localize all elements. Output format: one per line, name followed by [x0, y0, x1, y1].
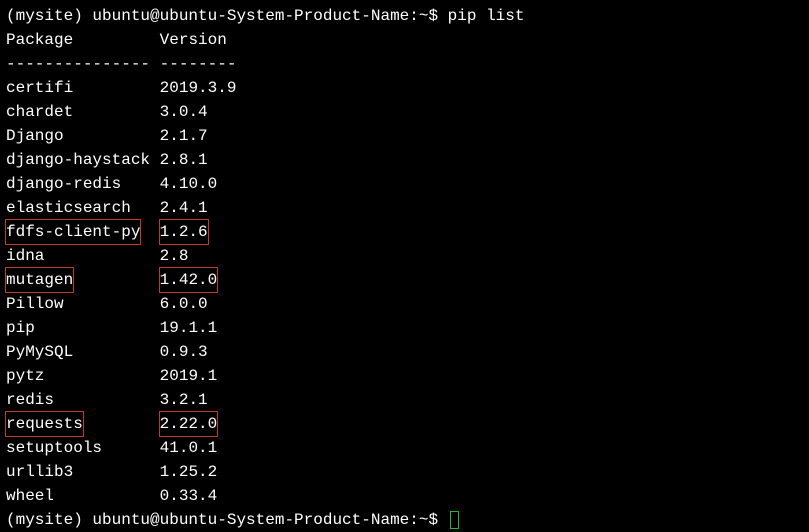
package-row: redis 3.2.1 [6, 388, 803, 412]
package-version: 0.9.3 [160, 343, 208, 361]
sep-package: --------------- [6, 55, 150, 73]
package-name: requests [5, 411, 84, 437]
separator-row: --------------- -------- [6, 52, 803, 76]
package-version: 4.10.0 [160, 175, 218, 193]
package-name: Django [6, 127, 150, 145]
package-name: django-haystack [6, 151, 150, 169]
package-row: idna 2.8 [6, 244, 803, 268]
package-version: 2019.3.9 [160, 79, 237, 97]
package-row: requests 2.22.0 [6, 412, 803, 436]
package-row: elasticsearch 2.4.1 [6, 196, 803, 220]
cursor-icon [450, 511, 459, 529]
package-row: Pillow 6.0.0 [6, 292, 803, 316]
package-row: django-redis 4.10.0 [6, 172, 803, 196]
package-version: 2.1.7 [160, 127, 208, 145]
package-list: certifi 2019.3.9chardet 3.0.4Django 2.1.… [6, 76, 803, 508]
package-name: setuptools [6, 439, 150, 457]
package-row: PyMySQL 0.9.3 [6, 340, 803, 364]
package-version: 6.0.0 [160, 295, 208, 313]
package-name: wheel [6, 487, 150, 505]
package-name: certifi [6, 79, 150, 97]
header-package: Package [6, 31, 150, 49]
package-row: chardet 3.0.4 [6, 100, 803, 124]
package-version: 0.33.4 [160, 487, 218, 505]
package-row: setuptools 41.0.1 [6, 436, 803, 460]
package-row: urllib3 1.25.2 [6, 460, 803, 484]
package-name: pip [6, 319, 150, 337]
package-version: 2.22.0 [159, 411, 219, 437]
package-version: 2.8.1 [160, 151, 208, 169]
package-version: 41.0.1 [160, 439, 218, 457]
package-version: 19.1.1 [160, 319, 218, 337]
package-name: elasticsearch [6, 199, 150, 217]
prompt-ready-line[interactable]: (mysite) ubuntu@ubuntu-System-Product-Na… [6, 508, 803, 532]
package-name: chardet [6, 103, 150, 121]
package-name: django-redis [6, 175, 150, 193]
header-version: Version [160, 31, 227, 49]
package-name: pytz [6, 367, 150, 385]
package-name: PyMySQL [6, 343, 150, 361]
package-name: mutagen [5, 267, 74, 293]
package-version: 3.2.1 [160, 391, 208, 409]
package-version: 2019.1 [160, 367, 218, 385]
package-row: mutagen 1.42.0 [6, 268, 803, 292]
sep-version: -------- [160, 55, 237, 73]
package-row: pip 19.1.1 [6, 316, 803, 340]
package-name: fdfs-client-py [5, 219, 141, 245]
package-row: wheel 0.33.4 [6, 484, 803, 508]
package-version: 2.4.1 [160, 199, 208, 217]
package-version: 1.2.6 [159, 219, 209, 245]
package-row: certifi 2019.3.9 [6, 76, 803, 100]
package-row: django-haystack 2.8.1 [6, 148, 803, 172]
package-name: urllib3 [6, 463, 150, 481]
package-version: 2.8 [160, 247, 189, 265]
package-row: Django 2.1.7 [6, 124, 803, 148]
prompt-command-line: (mysite) ubuntu@ubuntu-System-Product-Na… [6, 4, 803, 28]
package-name: Pillow [6, 295, 150, 313]
prompt-text: (mysite) ubuntu@ubuntu-System-Product-Na… [6, 511, 448, 529]
package-version: 3.0.4 [160, 103, 208, 121]
header-row: Package Version [6, 28, 803, 52]
package-row: pytz 2019.1 [6, 364, 803, 388]
package-version: 1.25.2 [160, 463, 218, 481]
package-version: 1.42.0 [159, 267, 219, 293]
package-name: idna [6, 247, 150, 265]
package-name: redis [6, 391, 150, 409]
package-row: fdfs-client-py 1.2.6 [6, 220, 803, 244]
